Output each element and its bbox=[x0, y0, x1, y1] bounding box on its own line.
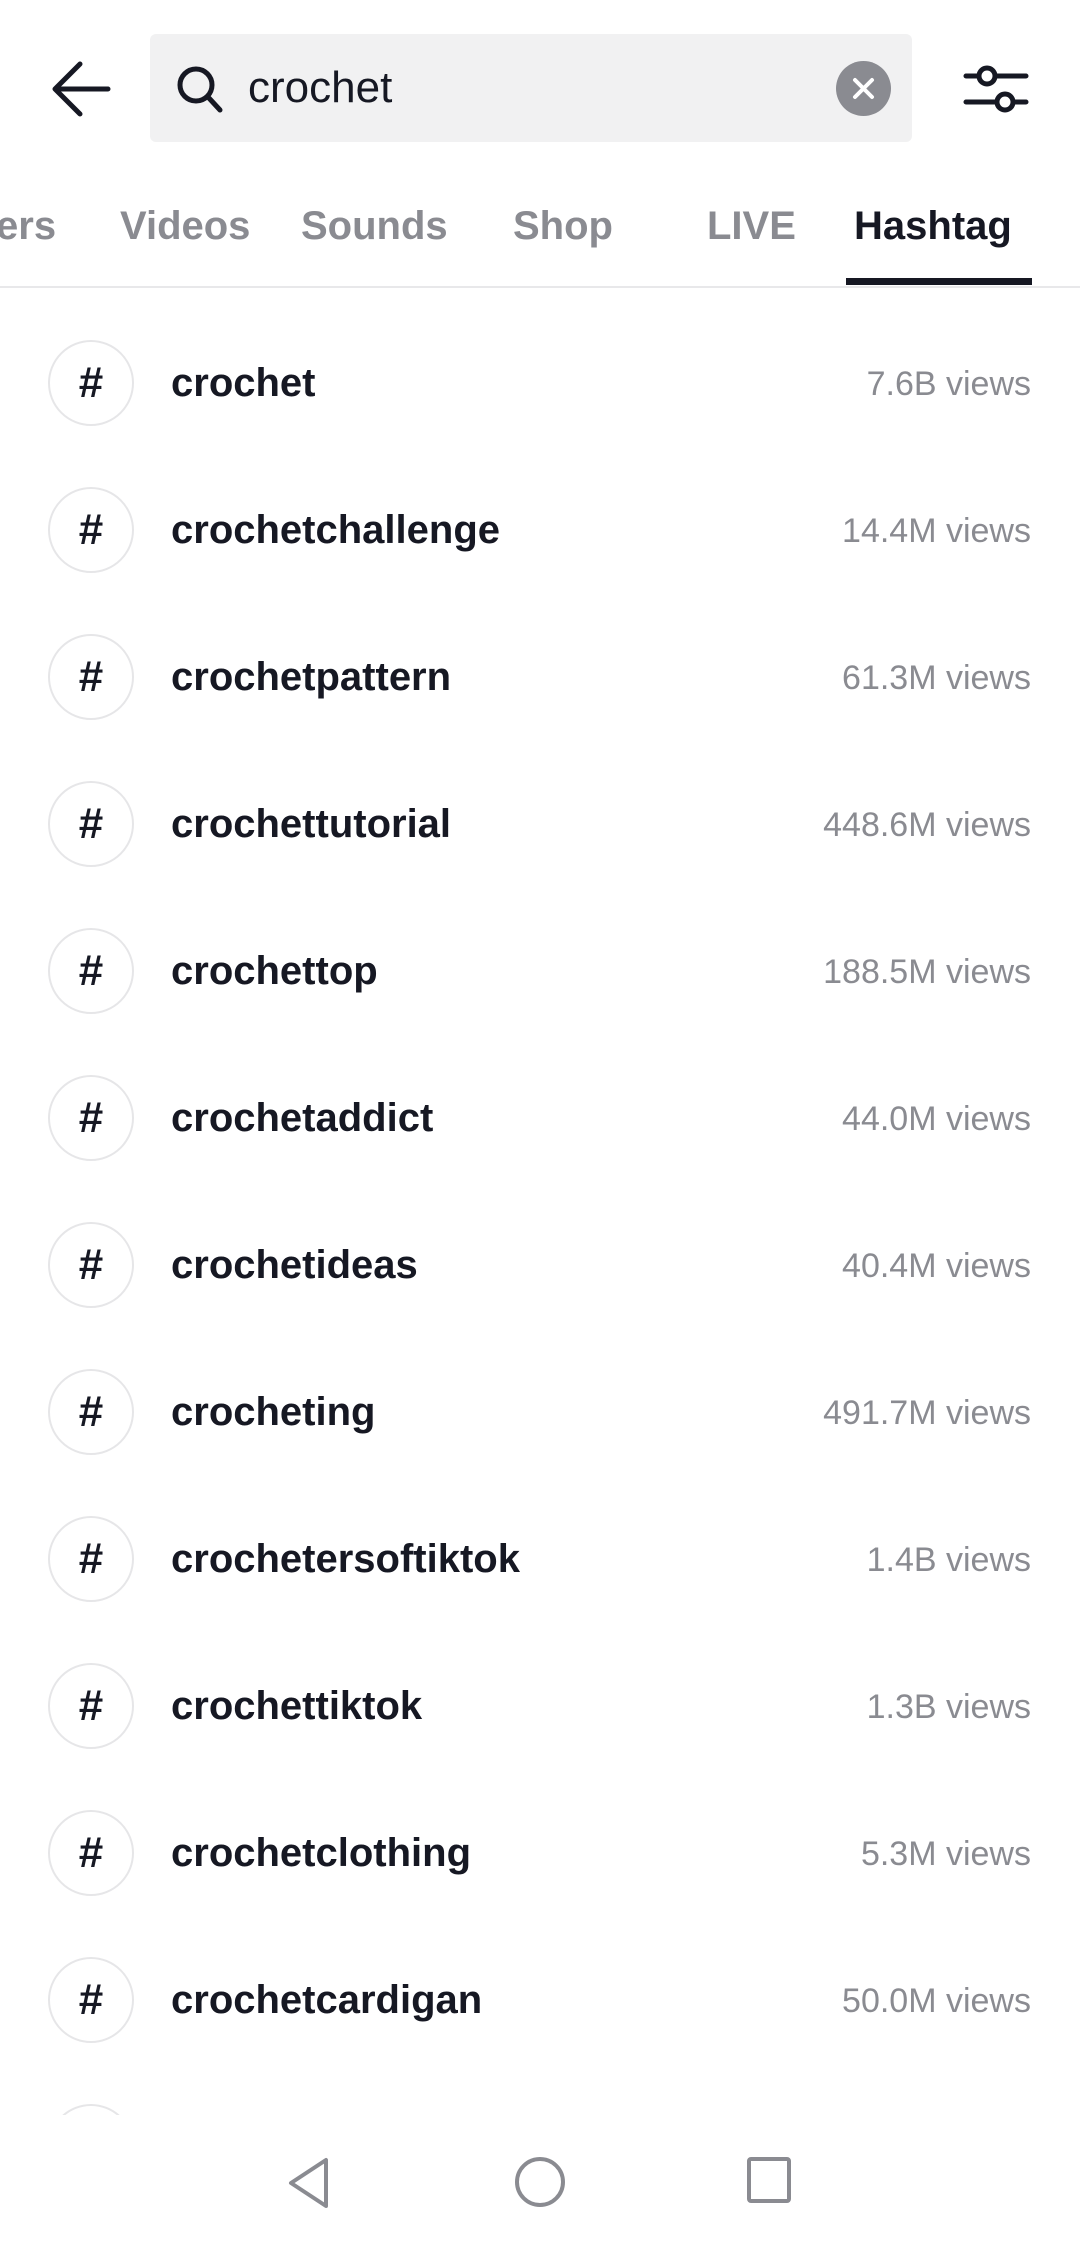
hashtag-views: 491.7M views bbox=[823, 1394, 1031, 1432]
hashtag-name: crochetaddict bbox=[171, 1096, 434, 1140]
hashtag-icon: # bbox=[48, 781, 134, 867]
hashtag-views: 448.6M views bbox=[823, 806, 1031, 844]
hashtag-row[interactable]: # crochetaddict 44.0M views bbox=[0, 1045, 1080, 1192]
nav-home-icon[interactable] bbox=[514, 2156, 566, 2208]
hashtag-views: 14.4M views bbox=[842, 512, 1031, 550]
hashtag-name: crocheting bbox=[171, 1390, 376, 1434]
hashtag-icon: # bbox=[48, 928, 134, 1014]
hashtag-row[interactable]: # crochetpattern 61.3M views bbox=[0, 604, 1080, 751]
hashtag-views: 7.6B views bbox=[866, 365, 1031, 403]
clear-icon[interactable] bbox=[836, 61, 891, 116]
hashtag-name: crochet bbox=[171, 361, 316, 405]
hashtag-icon: # bbox=[48, 1369, 134, 1455]
hashtag-views: 61.3M views bbox=[842, 659, 1031, 697]
tab-sounds[interactable]: Sounds bbox=[301, 196, 448, 256]
tab-live[interactable]: LIVE bbox=[707, 196, 796, 256]
hashtag-views: 50.0M views bbox=[842, 1982, 1031, 2020]
hashtag-row[interactable]: # crochettiktok 1.3B views bbox=[0, 1633, 1080, 1780]
hashtag-icon: # bbox=[48, 634, 134, 720]
hashtag-icon: # bbox=[48, 2104, 134, 2115]
hashtag-row[interactable]: # crochet 7.6B views bbox=[0, 310, 1080, 457]
hashtag-views: 44.0M views bbox=[842, 1100, 1031, 1138]
hashtag-views: 188.5M views bbox=[823, 953, 1031, 991]
hashtag-icon: # bbox=[48, 1075, 134, 1161]
hashtag-name: crochetchallenge bbox=[171, 508, 501, 552]
hashtag-row[interactable]: # crochetideas 40.4M views bbox=[0, 1192, 1080, 1339]
search-input[interactable]: crochet bbox=[150, 34, 912, 142]
search-icon bbox=[177, 66, 223, 113]
system-nav-bar bbox=[0, 2120, 1080, 2241]
hashtag-icon: # bbox=[48, 1810, 134, 1896]
search-tabs: ers Videos Sounds Shop LIVE Hashtag bbox=[0, 196, 1080, 286]
hashtag-name: crochetcardigan bbox=[171, 1978, 483, 2022]
hashtag-icon: # bbox=[48, 1957, 134, 2043]
hashtag-row[interactable]: # crochetcardigan 50.0M views bbox=[0, 1927, 1080, 2074]
nav-recents-icon[interactable] bbox=[746, 2156, 792, 2204]
hashtag-icon: # bbox=[48, 1222, 134, 1308]
hashtag-row[interactable]: # crochetclothing 5.3M views bbox=[0, 1780, 1080, 1927]
hashtag-row[interactable]: # crochettop 188.5M views bbox=[0, 898, 1080, 1045]
hashtag-row[interactable]: # crochetersoftiktok 1.4B views bbox=[0, 1486, 1080, 1633]
back-arrow-icon[interactable] bbox=[50, 60, 112, 118]
hashtag-name: crochettutorial bbox=[171, 802, 452, 846]
hashtag-name: crochetclothing bbox=[171, 1831, 472, 1875]
hashtag-icon: # bbox=[48, 487, 134, 573]
hashtag-views: 5.3M views bbox=[860, 1835, 1031, 1873]
hashtag-row[interactable]: # crochettutorial 448.6M views bbox=[0, 751, 1080, 898]
hashtag-list: # crochet 7.6B views # crochetchallenge 14.4M… bbox=[0, 310, 1080, 2115]
tab-users[interactable]: ers bbox=[0, 196, 56, 256]
filter-sliders-icon[interactable] bbox=[963, 62, 1029, 116]
hashtag-row[interactable]: # crocheting 491.7M views bbox=[0, 1339, 1080, 1486]
hashtag-icon: # bbox=[48, 1516, 134, 1602]
tab-videos[interactable]: Videos bbox=[120, 196, 250, 256]
hashtag-icon: # bbox=[48, 1663, 134, 1749]
hashtag-row[interactable]: # crochetchallenge 14.4M views bbox=[0, 457, 1080, 604]
search-query[interactable]: crochet bbox=[248, 64, 392, 112]
hashtag-name: crochetideas bbox=[171, 1243, 418, 1287]
hashtag-views: 1.3B views bbox=[866, 1688, 1031, 1726]
hashtag-icon: # bbox=[48, 340, 134, 426]
tab-shop[interactable]: Shop bbox=[513, 196, 613, 256]
tab-hashtag[interactable]: Hashtag bbox=[854, 196, 1012, 256]
hashtag-views: 40.4M views bbox=[842, 1247, 1031, 1285]
divider bbox=[0, 286, 1080, 288]
hashtag-name: crochetpattern bbox=[171, 655, 452, 699]
hashtag-row[interactable]: # bbox=[0, 2074, 1080, 2115]
hashtag-name: crochetersoftiktok bbox=[171, 1537, 520, 1581]
active-tab-indicator bbox=[846, 278, 1032, 285]
nav-back-icon[interactable] bbox=[286, 2156, 332, 2210]
hashtag-views: 1.4B views bbox=[866, 1541, 1031, 1579]
hashtag-name: crochettop bbox=[171, 949, 378, 993]
hashtag-name: crochettiktok bbox=[171, 1684, 423, 1728]
